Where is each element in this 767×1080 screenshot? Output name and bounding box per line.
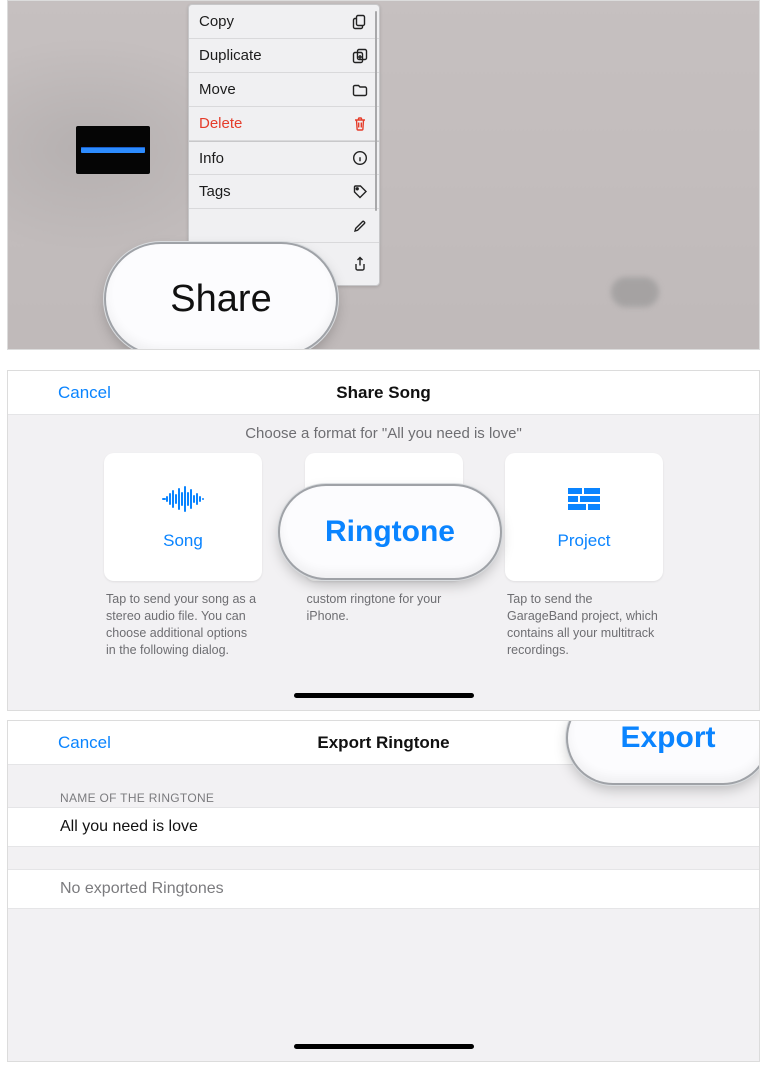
- menu-label: Copy: [199, 13, 234, 30]
- trash-icon: [351, 116, 369, 132]
- card-label: Project: [558, 531, 611, 551]
- step2-share-song-screen: Cancel Share Song Choose a format for "A…: [7, 370, 760, 711]
- page-title: Share Song: [8, 383, 759, 403]
- card-song[interactable]: Song Tap to send your song as a stereo a…: [104, 453, 262, 659]
- project-thumbnail[interactable]: [76, 126, 150, 174]
- menu-label: Info: [199, 150, 224, 167]
- menu-label: Tags: [199, 183, 231, 200]
- empty-label: No exported Ringtones: [60, 880, 224, 898]
- ringtone-name-value: All you need is love: [60, 818, 198, 836]
- duplicate-icon: [351, 48, 369, 64]
- card-project[interactable]: Project Tap to send the GarageBand proje…: [505, 453, 663, 659]
- callout-label: Export: [620, 721, 715, 755]
- tag-icon: [351, 184, 369, 200]
- step1-context-menu-screen: Copy Duplicate Move Delete Info: [7, 0, 760, 350]
- card-desc: Tap to send the GarageBand project, whic…: [505, 591, 663, 659]
- menu-label: Move: [199, 81, 236, 98]
- waveform-thumb: [81, 147, 145, 153]
- menu-item-tags[interactable]: Tags: [189, 175, 379, 209]
- callout-share: Share: [106, 244, 336, 350]
- share-icon: [351, 256, 369, 272]
- menu-item-info[interactable]: Info: [189, 141, 379, 175]
- bricks-icon: [562, 484, 606, 519]
- copy-icon: [351, 14, 369, 30]
- menu-item-rename[interactable]: [189, 209, 379, 243]
- folder-icon: [351, 82, 369, 98]
- home-indicator: [294, 693, 474, 698]
- ringtone-name-field[interactable]: All you need is love: [8, 807, 759, 847]
- pencil-icon: [351, 218, 369, 234]
- callout-export: Export: [568, 720, 760, 783]
- subtitle: Choose a format for "All you need is lov…: [8, 425, 759, 442]
- callout-label: Share: [170, 278, 271, 321]
- section-header: NAME OF THE RINGTONE: [60, 791, 214, 805]
- card-desc: custom ringtone for your iPhone.: [305, 591, 463, 625]
- callout-label: Ringtone: [325, 515, 455, 549]
- menu-item-move[interactable]: Move: [189, 73, 379, 107]
- step3-export-ringtone-screen: Cancel Export Ringtone Export NAME OF TH…: [7, 720, 760, 1062]
- card-desc: Tap to send your song as a stereo audio …: [104, 591, 262, 659]
- background-control: [611, 277, 659, 307]
- callout-ringtone: Ringtone: [280, 486, 500, 578]
- scroll-indicator: [375, 11, 377, 211]
- menu-item-delete[interactable]: Delete: [189, 107, 379, 141]
- home-indicator: [294, 1044, 474, 1049]
- info-icon: [351, 150, 369, 166]
- menu-label: Duplicate: [199, 47, 262, 64]
- card-label: Song: [163, 531, 203, 551]
- waveform-icon: [161, 484, 205, 519]
- navbar: Cancel Share Song: [8, 371, 759, 415]
- menu-label: Delete: [199, 115, 242, 132]
- menu-item-copy[interactable]: Copy: [189, 5, 379, 39]
- menu-item-duplicate[interactable]: Duplicate: [189, 39, 379, 73]
- exported-list-empty: No exported Ringtones: [8, 869, 759, 909]
